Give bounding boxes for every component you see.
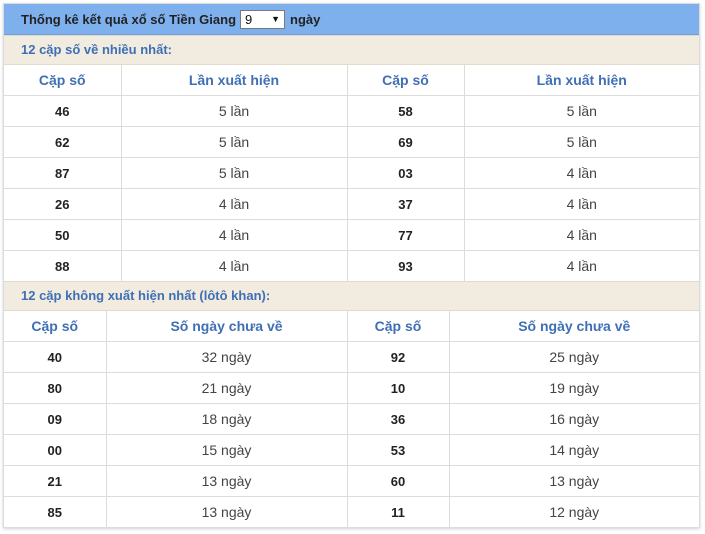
stats-panel: Thống kê kết quả xổ số Tiền Giang 9 ▼ ng… — [3, 3, 700, 528]
days-absent: 16 ngày — [448, 403, 699, 435]
days-absent: 21 ngày — [105, 372, 348, 404]
table-row: 00 15 ngày 53 14 ngày — [4, 434, 699, 466]
pair-number: 87 — [4, 157, 122, 189]
occurrence-count: 5 lần — [463, 126, 699, 158]
pair-number: 62 — [4, 126, 122, 158]
days-absent: 32 ngày — [105, 341, 348, 373]
column-header: Cặp số — [346, 65, 465, 96]
table-row: 85 13 ngày 11 12 ngày — [4, 496, 699, 527]
table-row: 88 4 lần 93 4 lần — [4, 250, 699, 281]
most-frequent-table: Cặp số Lần xuất hiện Cặp số Lần xuất hiệ… — [4, 65, 699, 281]
pair-number: 60 — [346, 465, 450, 497]
pair-number: 10 — [346, 372, 450, 404]
pair-number: 03 — [346, 157, 465, 189]
pair-number: 50 — [4, 219, 122, 251]
days-absent: 15 ngày — [105, 434, 348, 466]
pair-number: 58 — [346, 95, 465, 127]
table-row: 80 21 ngày 10 19 ngày — [4, 372, 699, 404]
pair-number: 77 — [346, 219, 465, 251]
pair-number: 40 — [4, 341, 107, 373]
occurrence-count: 4 lần — [463, 188, 699, 220]
occurrence-count: 5 lần — [120, 95, 348, 127]
table-header-row: Cặp số Lần xuất hiện Cặp số Lần xuất hiệ… — [4, 65, 699, 96]
pair-number: 11 — [346, 496, 450, 527]
occurrence-count: 4 lần — [463, 157, 699, 189]
days-absent: 25 ngày — [448, 341, 699, 373]
pair-number: 80 — [4, 372, 107, 404]
panel-title: Thống kê kết quả xổ số Tiền Giang — [21, 11, 237, 27]
occurrence-count: 5 lần — [120, 126, 348, 158]
most-frequent-title: 12 cặp số về nhiều nhất: — [4, 35, 699, 65]
days-absent: 12 ngày — [448, 496, 699, 527]
days-absent: 13 ngày — [105, 465, 348, 497]
table-row: 21 13 ngày 60 13 ngày — [4, 465, 699, 497]
dropdown-arrow-icon: ▼ — [271, 13, 281, 24]
occurrence-count: 4 lần — [463, 250, 699, 281]
occurrence-count: 5 lần — [463, 95, 699, 127]
pair-number: 09 — [4, 403, 107, 435]
pair-number: 92 — [346, 341, 450, 373]
column-header: Cặp số — [4, 65, 122, 96]
pair-number: 00 — [4, 434, 107, 466]
days-absent: 19 ngày — [448, 372, 699, 404]
table-row: 40 32 ngày 92 25 ngày — [4, 341, 699, 373]
least-frequent-table: Cặp số Số ngày chưa về Cặp số Số ngày ch… — [4, 311, 699, 527]
occurrence-count: 4 lần — [120, 250, 348, 281]
occurrence-count: 4 lần — [463, 219, 699, 251]
pair-number: 85 — [4, 496, 107, 527]
table-row: 62 5 lần 69 5 lần — [4, 126, 699, 158]
table-row: 09 18 ngày 36 16 ngày — [4, 403, 699, 435]
pair-number: 69 — [346, 126, 465, 158]
table-row: 50 4 lần 77 4 lần — [4, 219, 699, 251]
days-absent: 18 ngày — [105, 403, 348, 435]
least-frequent-title: 12 cặp không xuất hiện nhất (lôtô khan): — [4, 281, 699, 311]
days-absent: 13 ngày — [105, 496, 348, 527]
days-select[interactable]: 9 ▼ — [240, 9, 286, 29]
occurrence-count: 4 lần — [120, 219, 348, 251]
days-suffix: ngày — [290, 11, 321, 27]
table-header-row: Cặp số Số ngày chưa về Cặp số Số ngày ch… — [4, 311, 699, 342]
pair-number: 37 — [346, 188, 465, 220]
pair-number: 26 — [4, 188, 122, 220]
days-absent: 13 ngày — [448, 465, 699, 497]
column-header: Số ngày chưa về — [105, 311, 348, 342]
column-header: Cặp số — [346, 311, 450, 342]
pair-number: 53 — [346, 434, 450, 466]
days-absent: 14 ngày — [448, 434, 699, 466]
table-row: 46 5 lần 58 5 lần — [4, 95, 699, 127]
occurrence-count: 5 lần — [120, 157, 348, 189]
table-row: 87 5 lần 03 4 lần — [4, 157, 699, 189]
panel-header: Thống kê kết quả xổ số Tiền Giang 9 ▼ ng… — [4, 4, 699, 35]
days-select-value: 9 — [245, 11, 253, 27]
column-header: Lần xuất hiện — [463, 65, 699, 96]
occurrence-count: 4 lần — [120, 188, 348, 220]
pair-number: 36 — [346, 403, 450, 435]
column-header: Số ngày chưa về — [448, 311, 699, 342]
pair-number: 88 — [4, 250, 122, 281]
pair-number: 46 — [4, 95, 122, 127]
pair-number: 21 — [4, 465, 107, 497]
column-header: Lần xuất hiện — [120, 65, 348, 96]
table-row: 26 4 lần 37 4 lần — [4, 188, 699, 220]
column-header: Cặp số — [4, 311, 107, 342]
pair-number: 93 — [346, 250, 465, 281]
